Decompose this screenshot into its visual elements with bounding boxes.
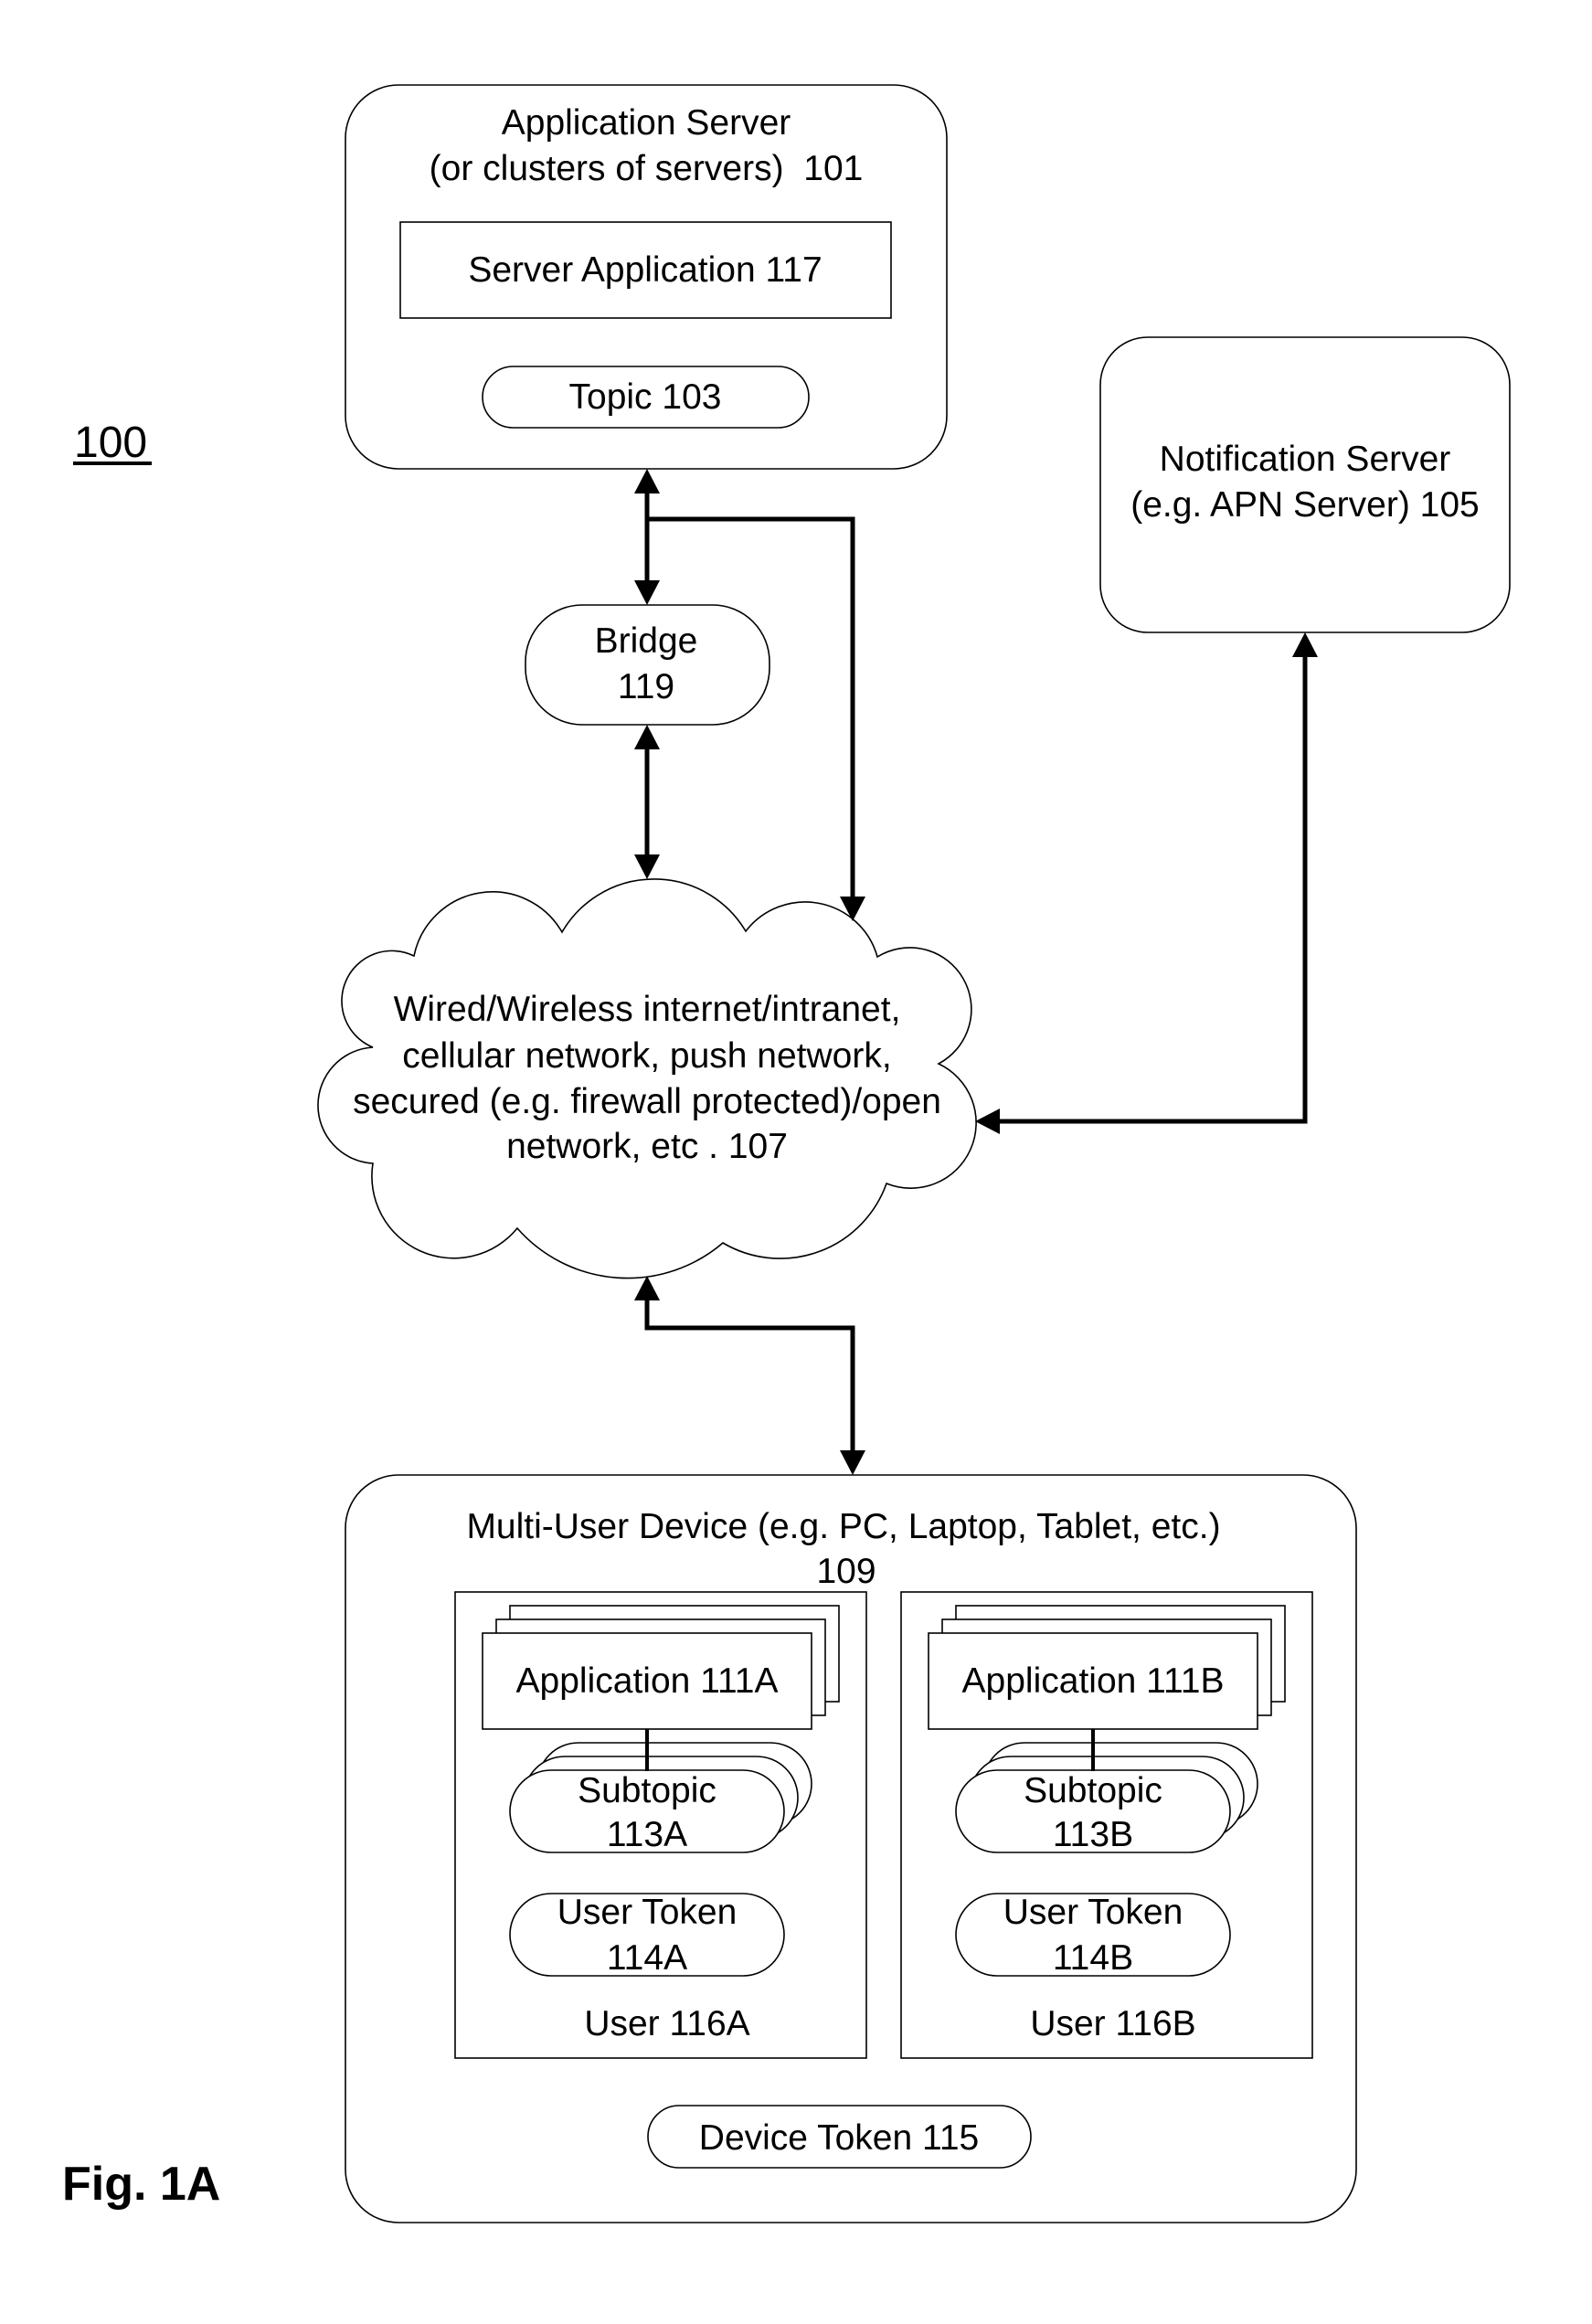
device-number: 109 [816,1552,876,1591]
figure-reference-numeral: 100 [74,419,147,467]
user-token-label: User Token [1003,1893,1183,1932]
arrowhead-up-notification [1292,632,1318,657]
arrowhead-up-cloud-bottom [634,1276,660,1300]
multi-user-device[interactable]: Multi-User Device (e.g. PC, Laptop, Tabl… [345,1474,1357,2223]
figure-reference-underline [73,462,152,465]
notification-server[interactable]: Notification Server (e.g. APN Server) 10… [1099,336,1511,633]
topic-label: Topic 103 [569,377,722,417]
arrowhead-up-bridge [634,725,660,749]
bridge-title: Bridge [595,621,698,661]
user-token-label: User Token [557,1893,738,1932]
user-label: User 116B [1030,2004,1195,2043]
user-label: User 116A [584,2004,749,2043]
arrowhead-down-cloud-top [634,854,660,879]
arrowhead-up-appserver [634,469,660,493]
application-server-title: Application Server [502,103,791,143]
user-token-number: 114B [1053,1938,1133,1978]
device-token-label: Device Token 115 [699,2118,979,2158]
connector-network-device [644,1300,855,1451]
network-label-line-4: network, etc . 107 [506,1127,788,1166]
application-server[interactable]: Application Server (or clusters of serve… [345,84,948,470]
notification-server-title: Notification Server [1160,440,1451,479]
subtopic-number: 113B [1053,1815,1133,1854]
application-label: Application 111B [962,1661,1225,1701]
bridge-number: 119 [618,667,674,706]
figure-reference: 100 [73,419,152,467]
system-diagram: 100 Application Server (or clusters of s… [62,84,1511,2223]
server-application-label: Server Application 117 [468,250,822,290]
subtopic-number: 113A [607,1815,687,1854]
device-title: Multi-User Device (e.g. PC, Laptop, Tabl… [466,1507,1220,1546]
notification-server-subtitle: (e.g. APN Server) 105 [1130,485,1480,525]
network-cloud[interactable]: Wired/Wireless internet/intranet, cellul… [317,878,977,1279]
arrowhead-down-device [840,1450,865,1475]
subtopic-label: Subtopic [578,1771,716,1810]
arrowhead-down-bridge [634,580,660,605]
user-token-number: 114A [607,1938,687,1978]
network-label-line-1: Wired/Wireless internet/intranet, [394,990,901,1029]
network-label-line-2: cellular network, push network, [402,1036,891,1076]
user-panel-a[interactable]: Application 111A Subtopic 113A User Toke… [454,1591,867,2059]
arrowhead-left-cloud [975,1109,1000,1134]
network-cloud-shape[interactable] [317,878,977,1279]
figure-caption: Fig. 1A [62,2158,220,2211]
bridge[interactable]: Bridge 119 [525,604,770,726]
subtopic-label: Subtopic [1024,1771,1162,1810]
application-label: Application 111A [516,1661,779,1701]
application-server-subtitle: (or clusters of servers) 101 [430,149,864,188]
connector-notification-network [999,655,1308,1124]
network-label-line-3: secured (e.g. firewall protected)/open [353,1082,941,1121]
user-panel-b[interactable]: Application 111B Subtopic 113B User Toke… [900,1591,1313,2059]
